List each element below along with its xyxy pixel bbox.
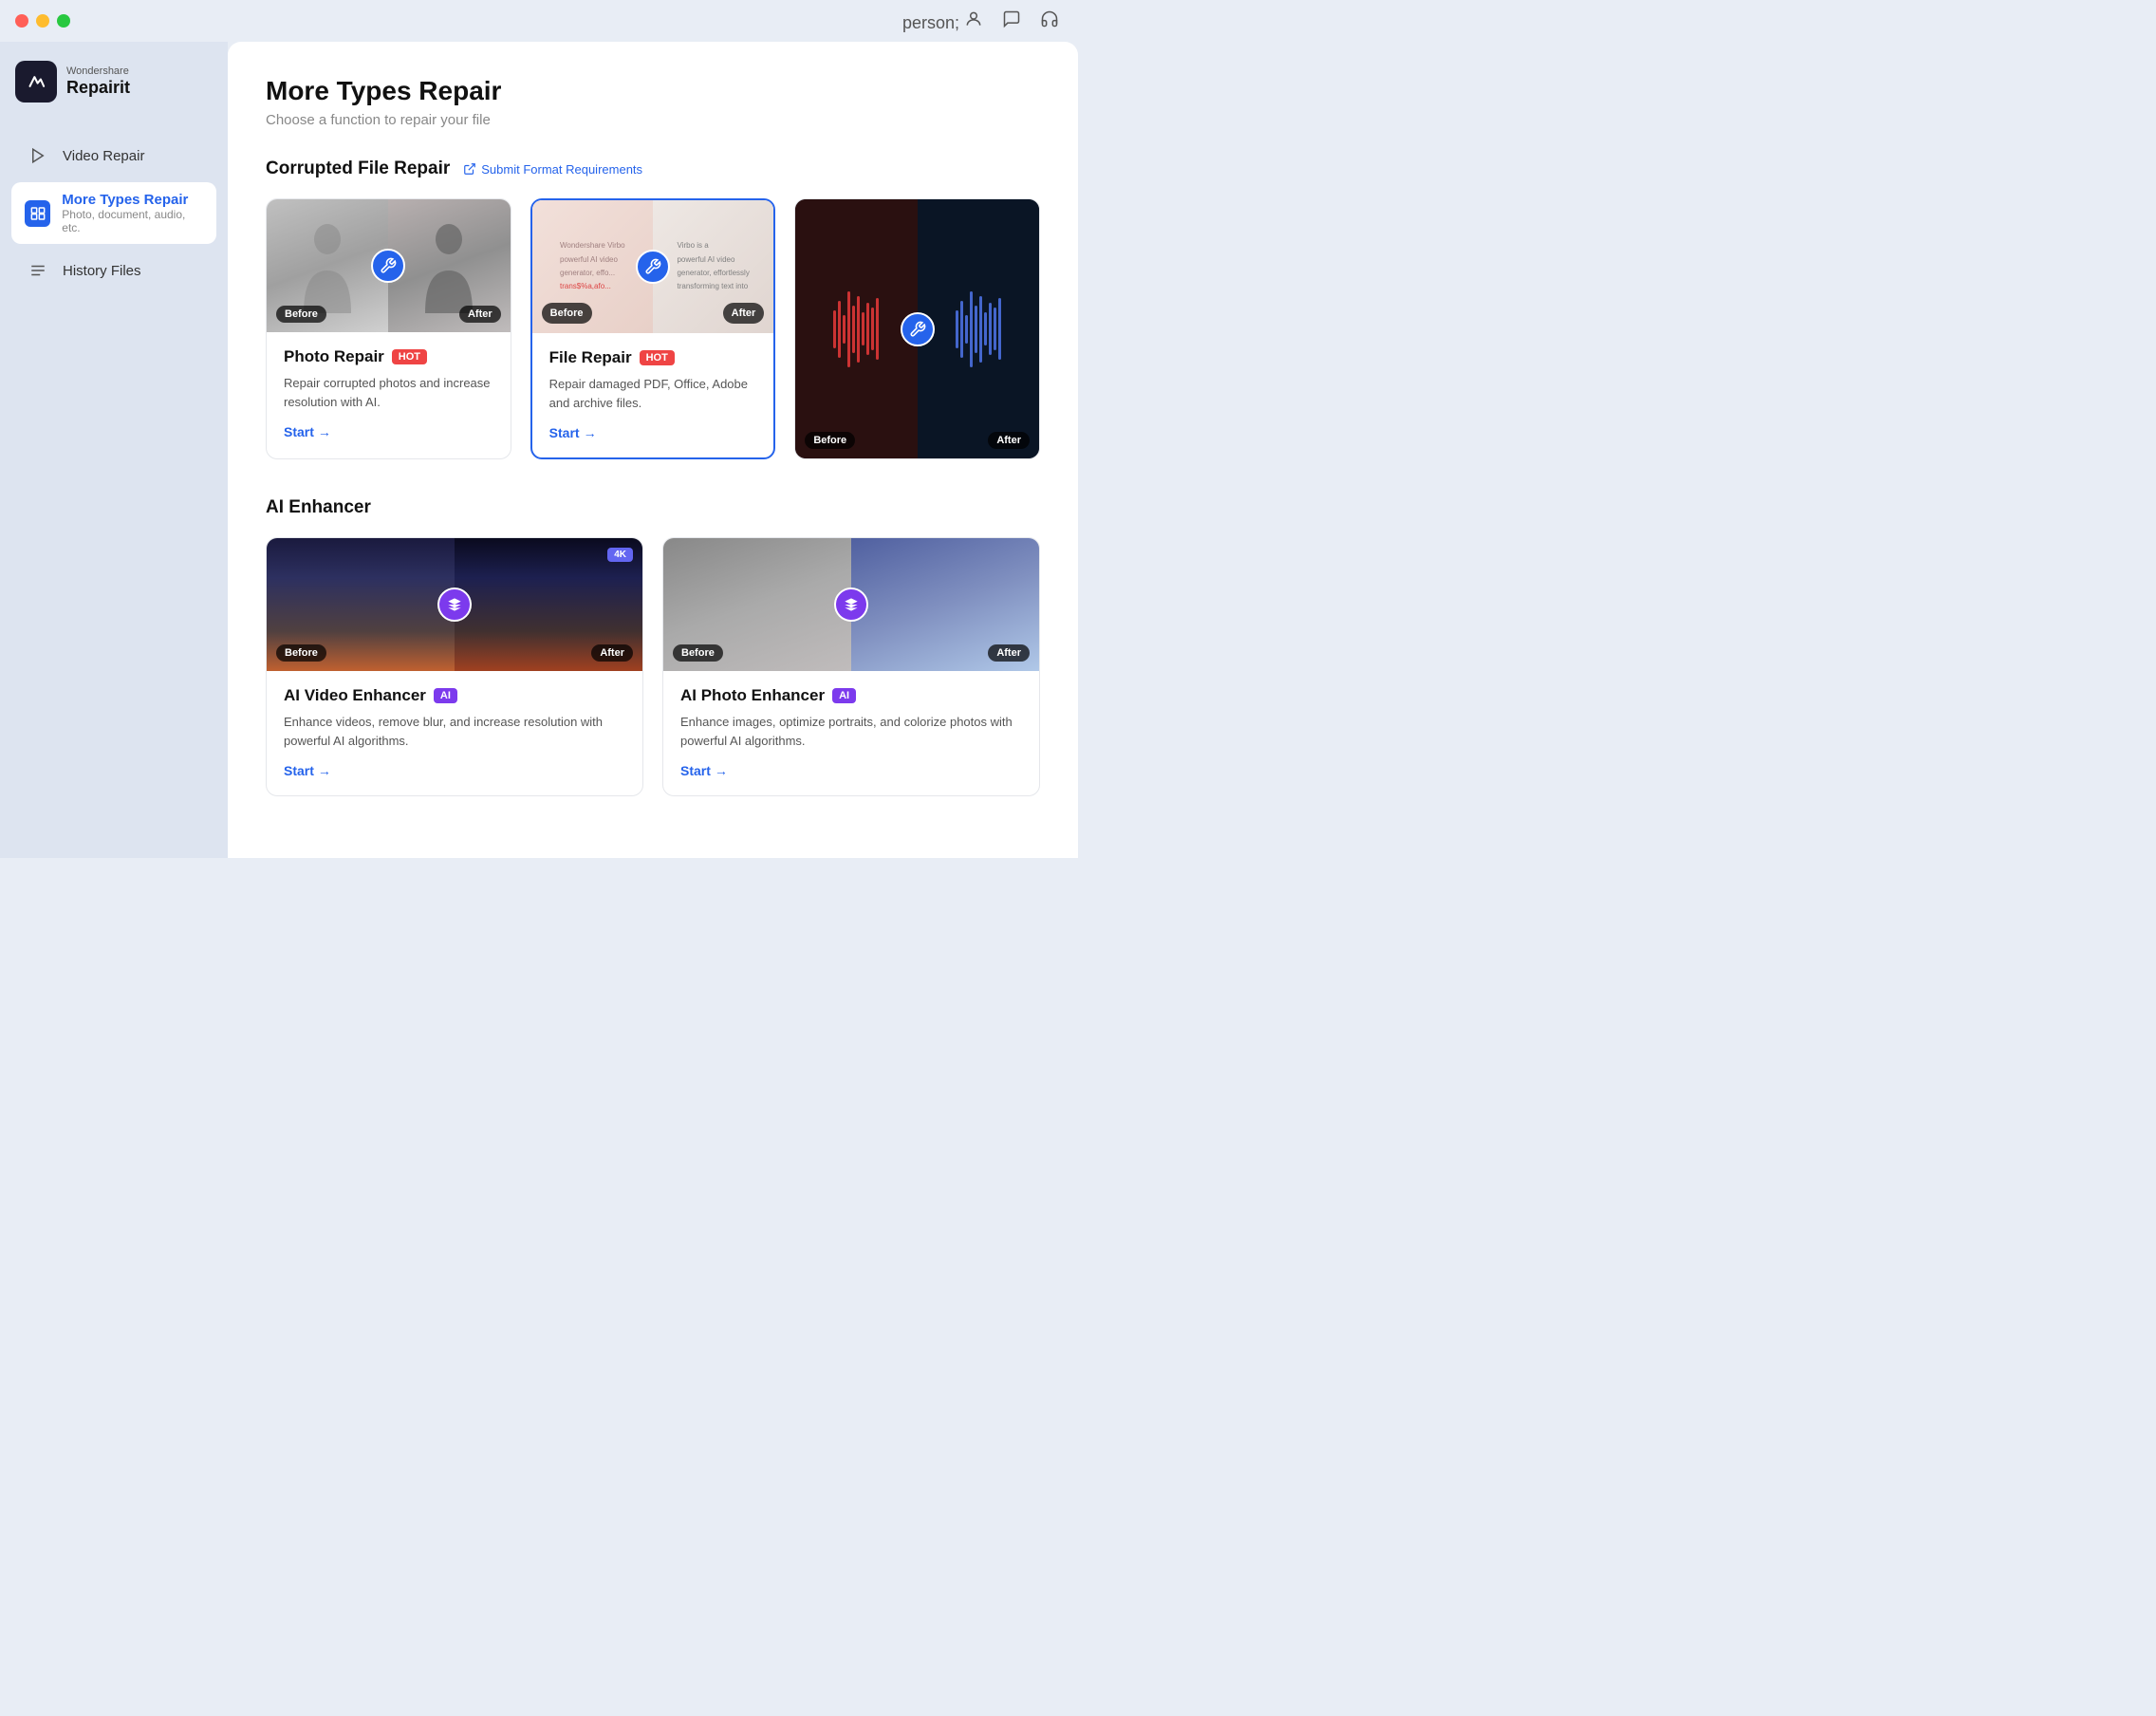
page-subtitle: Choose a function to repair your file [266,112,1040,128]
brand: Wondershare Repairit [11,57,216,106]
photo-repair-card[interactable]: Before After Photo Repair HOT Repair cor… [266,198,511,459]
before-label: Before [276,306,326,323]
video-repair-icon [25,142,51,169]
chat-icon[interactable] [1002,9,1021,33]
brand-icon [15,61,57,103]
sidebar: Wondershare Repairit Video Repair More T… [0,42,228,858]
ai-video-enhancer-card[interactable]: 4K Before After AI Video Enhancer AI Enh… [266,537,643,796]
photo-repair-start[interactable]: Start → [284,424,331,439]
more-types-icon [25,200,50,227]
history-icon [25,257,51,284]
file-repair-start[interactable]: Start → [549,425,597,440]
ai-photo-center-icon [834,588,868,622]
ai-video-image: 4K Before After [267,538,642,671]
after-label: After [459,306,501,323]
ai-photo-enhancer-card[interactable]: Before After AI Photo Enhancer AI Enhanc… [662,537,1040,796]
ai-cards-grid: 4K Before After AI Video Enhancer AI Enh… [266,537,1040,796]
sidebar-item-history-files[interactable]: History Files [11,248,216,293]
repair-icon [371,249,405,283]
ai-video-start[interactable]: Start → [284,763,331,778]
corrupted-section-header: Corrupted File Repair Submit Format Requ… [266,159,1040,179]
maximize-button[interactable] [57,14,70,28]
ai-photo-start[interactable]: Start → [680,763,728,778]
titlebar-actions: person; [902,9,1059,33]
file-repair-icon [636,250,670,284]
audio-repair-card[interactable]: Before After Audio Repair Repair audio f… [794,198,1040,459]
corrupted-section-title: Corrupted File Repair [266,159,450,179]
file-repair-card[interactable]: Wondershare Virbopowerful AI videogenera… [530,198,776,459]
app-body: Wondershare Repairit Video Repair More T… [0,42,1078,858]
audio-repair-image: Before After [795,199,1039,458]
brand-text: Wondershare Repairit [66,65,130,99]
profile-icon[interactable]: person; [902,9,983,33]
ai-section-header: AI Enhancer [266,497,1040,518]
ai-video-center-icon [437,588,472,622]
corrupted-cards-grid: Before After Photo Repair HOT Repair cor… [266,198,1040,459]
main-content: More Types Repair Choose a function to r… [228,42,1078,858]
4k-badge: 4K [607,548,633,562]
headphones-icon[interactable] [1040,9,1059,33]
file-repair-image: Wondershare Virbopowerful AI videogenera… [532,200,774,333]
ai-section-title: AI Enhancer [266,497,371,518]
photo-repair-image: Before After [267,199,511,332]
page-title: More Types Repair [266,76,1040,106]
audio-repair-icon [901,312,935,346]
traffic-lights [15,14,70,28]
submit-format-link[interactable]: Submit Format Requirements [463,162,642,177]
close-button[interactable] [15,14,28,28]
ai-photo-image: Before After [663,538,1039,671]
titlebar: person; [0,0,1078,42]
minimize-button[interactable] [36,14,49,28]
sidebar-item-video-repair[interactable]: Video Repair [11,133,216,178]
sidebar-item-more-types-repair[interactable]: More Types Repair Photo, document, audio… [11,182,216,244]
